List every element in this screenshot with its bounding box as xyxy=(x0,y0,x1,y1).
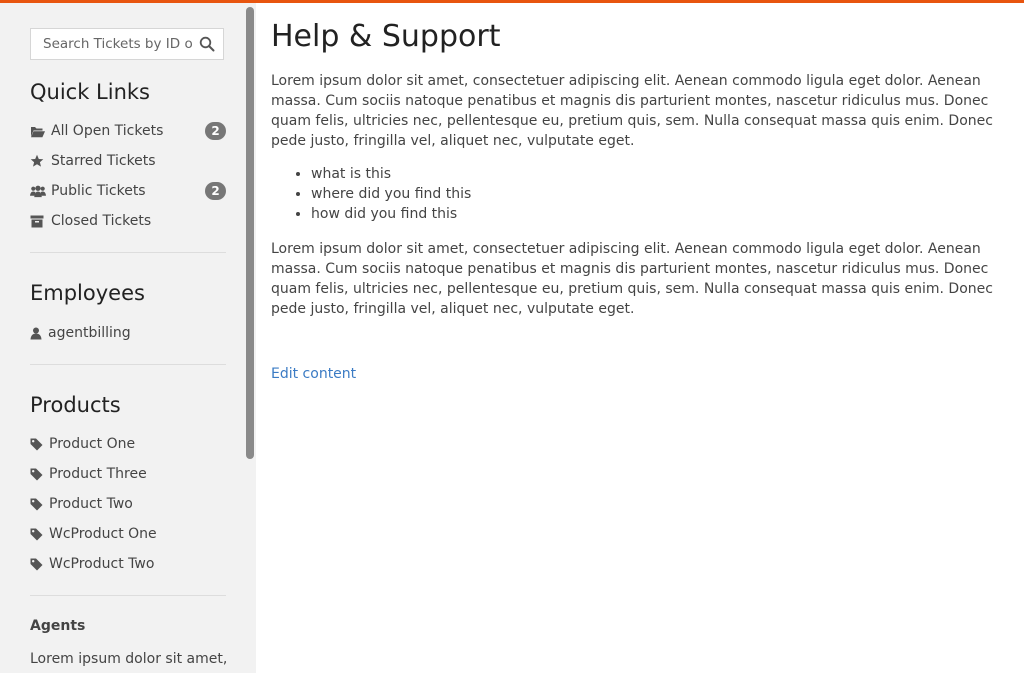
users-icon xyxy=(30,183,46,199)
sidebar-item-closed-tickets[interactable]: Closed Tickets xyxy=(30,210,226,232)
agents-description: Lorem ipsum dolor sit amet, xyxy=(30,651,228,667)
sidebar-divider xyxy=(30,252,226,253)
sidebar-item-all-open-tickets[interactable]: All Open Tickets 2 xyxy=(30,120,226,142)
sidebar-item-wcproduct-two[interactable]: WcProduct Two xyxy=(30,553,226,575)
sidebar-item-product-three[interactable]: Product Three xyxy=(30,463,226,485)
sidebar-item-public-tickets[interactable]: Public Tickets 2 xyxy=(30,180,226,202)
sidebar-scrollbar[interactable] xyxy=(246,7,254,459)
ticket-search-input[interactable] xyxy=(31,29,195,59)
sidebar-item-label: WcProduct One xyxy=(49,526,157,542)
quick-links-title: Quick Links xyxy=(30,80,151,104)
second-paragraph: Lorem ipsum dolor sit amet, consectetuer… xyxy=(271,241,993,317)
sidebar-item-agentbilling[interactable]: agentbilling xyxy=(30,322,226,344)
list-item: where did you find this xyxy=(311,184,471,204)
employees-title: Employees xyxy=(30,281,145,305)
tag-icon xyxy=(30,496,44,512)
faq-bullet-list: what is this where did you find this how… xyxy=(271,164,471,224)
sidebar-item-label: WcProduct Two xyxy=(49,556,155,572)
tag-icon xyxy=(30,466,44,482)
sidebar-item-starred-tickets[interactable]: Starred Tickets xyxy=(30,150,226,172)
agents-title: Agents xyxy=(30,618,86,634)
sidebar-divider xyxy=(30,595,226,596)
sidebar-divider xyxy=(30,364,226,365)
sidebar-item-label: Product One xyxy=(49,436,136,452)
sidebar-item-product-one[interactable]: Product One xyxy=(30,433,226,455)
page-title: Help & Support xyxy=(271,19,501,54)
sidebar-item-label: Product Two xyxy=(49,496,133,512)
tag-icon xyxy=(30,526,44,542)
intro-paragraph: Lorem ipsum dolor sit amet, consectetuer… xyxy=(271,73,993,149)
archive-icon xyxy=(30,213,46,229)
sidebar-item-label: Starred Tickets xyxy=(51,153,156,169)
folder-open-icon xyxy=(30,123,46,139)
public-tickets-count-badge: 2 xyxy=(205,182,226,200)
sidebar-item-label: All Open Tickets xyxy=(51,123,164,139)
tag-icon xyxy=(30,556,44,572)
sidebar-item-wcproduct-one[interactable]: WcProduct One xyxy=(30,523,226,545)
list-item: what is this xyxy=(311,164,471,184)
sidebar-item-label: Closed Tickets xyxy=(51,213,152,229)
sidebar: Quick Links All Open Tickets 2 Starred T… xyxy=(0,3,256,673)
sidebar-item-label: Public Tickets xyxy=(51,183,146,199)
search-icon[interactable] xyxy=(199,36,215,52)
user-icon xyxy=(30,325,43,341)
tag-icon xyxy=(30,436,44,452)
products-title: Products xyxy=(30,393,121,417)
sidebar-item-product-two[interactable]: Product Two xyxy=(30,493,226,515)
sidebar-item-label: agentbilling xyxy=(48,325,131,341)
star-icon xyxy=(30,153,46,169)
list-item: how did you find this xyxy=(311,204,471,224)
edit-content-link[interactable]: Edit content xyxy=(271,366,356,382)
open-tickets-count-badge: 2 xyxy=(205,122,226,140)
ticket-search-box xyxy=(30,28,224,60)
sidebar-item-label: Product Three xyxy=(49,466,147,482)
